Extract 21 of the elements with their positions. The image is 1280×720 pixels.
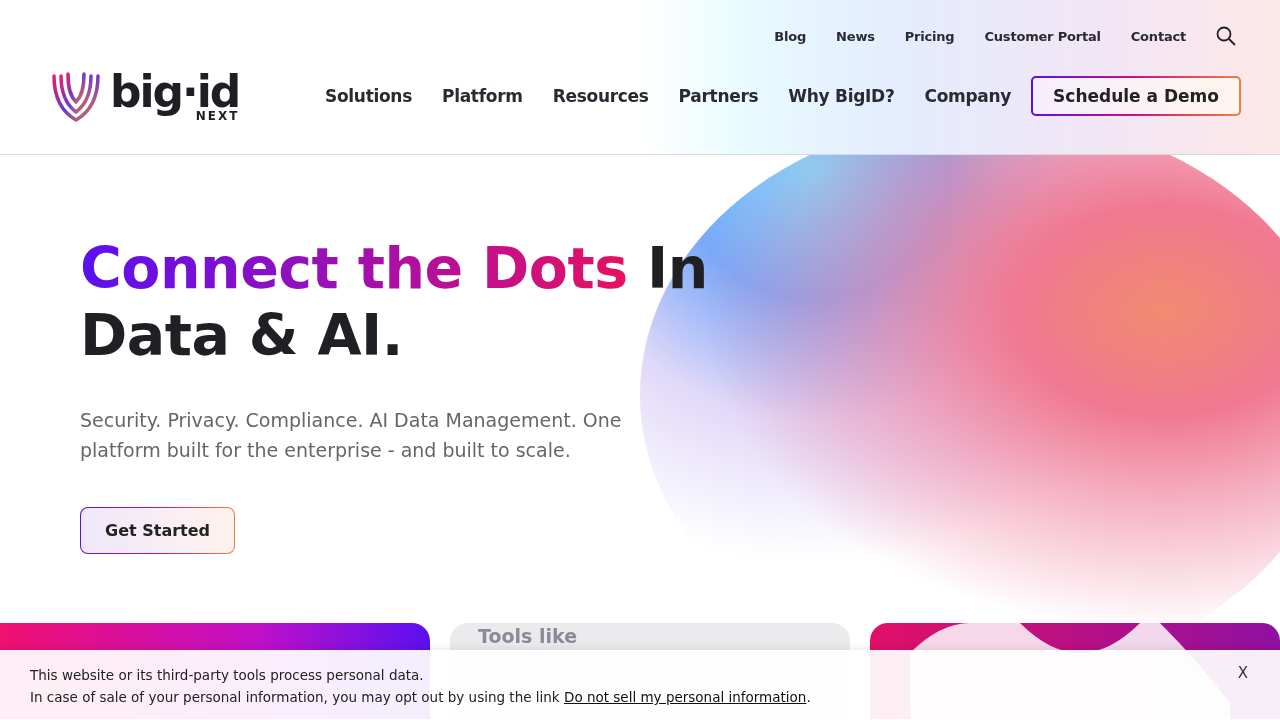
main-nav-link[interactable]: Company	[924, 86, 1012, 106]
get-started-button[interactable]: Get Started	[80, 507, 235, 554]
search-icon[interactable]	[1216, 26, 1236, 46]
hero-headline: Connect the Dots In Data & AI.	[80, 235, 709, 369]
cookie-notice-text: This website or its third-party tools process personal data.	[30, 666, 425, 685]
schedule-demo-button[interactable]: Schedule a Demo	[1031, 76, 1241, 116]
main-nav-link[interactable]: Resources	[552, 86, 649, 106]
utility-nav-link[interactable]: Blog	[774, 28, 807, 44]
main-nav-link[interactable]: Why BigID?	[788, 86, 895, 106]
main-nav-link[interactable]: Solutions	[325, 86, 412, 106]
utility-nav-link[interactable]: News	[836, 28, 875, 44]
utility-nav-link[interactable]: Pricing	[904, 28, 955, 44]
do-not-sell-link[interactable]: Do not sell my personal information	[564, 689, 807, 705]
card-title: Tools like	[478, 625, 579, 647]
hero-subtitle: Security. Privacy. Compliance. AI Data Management. One platform built for the enterprise - and built to scale.	[80, 408, 623, 463]
close-button[interactable]: X	[1233, 662, 1252, 684]
main-nav-link[interactable]: Platform	[442, 86, 523, 106]
main-nav-link[interactable]: Partners	[678, 86, 759, 106]
cookie-optout-text: In case of sale of your personal information, you may opt out by using the link Do not sell my personal information.	[30, 688, 811, 707]
utility-nav-link[interactable]: Contact	[1130, 28, 1186, 44]
utility-nav-link[interactable]: Customer Portal	[984, 28, 1101, 44]
